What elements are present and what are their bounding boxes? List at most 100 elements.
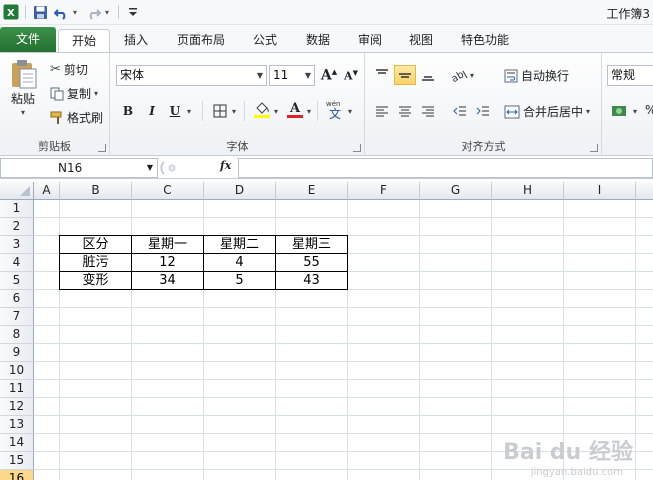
column-header-e[interactable]: E <box>276 182 348 200</box>
redo-dropdown-icon[interactable]: ▾ <box>105 8 113 17</box>
table-cell[interactable]: 43 <box>276 272 348 290</box>
column-header-d[interactable]: D <box>204 182 276 200</box>
save-icon[interactable] <box>31 3 49 21</box>
row-header-7[interactable]: 7 <box>0 308 34 326</box>
borders-dropdown-icon[interactable]: ▾ <box>232 107 236 116</box>
select-all-corner[interactable] <box>0 182 34 200</box>
accounting-format-button[interactable] <box>609 101 635 121</box>
cut-button[interactable]: ✂ 剪切 <box>50 61 88 78</box>
table-cell[interactable]: 星期三 <box>276 236 348 254</box>
align-top-icon <box>376 69 388 74</box>
font-launcher-icon[interactable] <box>353 144 361 152</box>
row-header-3[interactable]: 3 <box>0 236 34 254</box>
row-header-12[interactable]: 12 <box>0 398 34 416</box>
shrink-font-button[interactable]: A▼ <box>340 65 362 85</box>
font-color-dropdown-icon[interactable]: ▾ <box>307 107 311 116</box>
undo-dropdown-icon[interactable]: ▾ <box>73 8 81 17</box>
italic-button[interactable]: I <box>141 101 163 121</box>
orientation-button[interactable]: ab <box>449 65 471 85</box>
table-cell[interactable]: 区分 <box>60 236 132 254</box>
row-header-4[interactable]: 4 <box>0 254 34 272</box>
formula-input[interactable] <box>238 158 653 178</box>
table-cell[interactable]: 星期一 <box>132 236 204 254</box>
align-left-button[interactable] <box>371 101 393 121</box>
undo-icon[interactable] <box>52 3 70 21</box>
orientation-dropdown-icon[interactable]: ▾ <box>470 71 474 80</box>
row-header-6[interactable]: 6 <box>0 290 34 308</box>
row-header-2[interactable]: 2 <box>0 218 34 236</box>
row-header-13[interactable]: 13 <box>0 416 34 434</box>
row-header-5[interactable]: 5 <box>0 272 34 290</box>
format-painter-button[interactable]: 格式刷 <box>50 109 103 126</box>
tab-view[interactable]: 视图 <box>399 29 443 53</box>
align-middle-button[interactable] <box>394 65 416 85</box>
alignment-launcher-icon[interactable] <box>590 144 598 152</box>
font-color-button[interactable]: A <box>284 99 306 119</box>
underline-dropdown-icon[interactable]: ▾ <box>187 107 191 116</box>
table-cell[interactable]: 4 <box>204 254 276 272</box>
tab-data[interactable]: 数据 <box>296 29 340 53</box>
row-header-1[interactable]: 1 <box>0 200 34 218</box>
name-box[interactable]: N16 ▼ <box>0 158 158 178</box>
row-header-11[interactable]: 11 <box>0 380 34 398</box>
column-header-i[interactable]: I <box>564 182 636 200</box>
paste-button[interactable]: 粘贴 ▾ <box>8 59 38 117</box>
bold-button[interactable]: B <box>117 101 139 121</box>
column-header-h[interactable]: H <box>492 182 564 200</box>
excel-logo-icon[interactable]: X <box>2 3 20 21</box>
fill-color-dropdown-icon[interactable]: ▾ <box>274 107 278 116</box>
table-cell[interactable]: 55 <box>276 254 348 272</box>
row-header-14[interactable]: 14 <box>0 434 34 452</box>
tab-insert[interactable]: 插入 <box>113 29 159 53</box>
table-cell[interactable]: 脏污 <box>60 254 132 272</box>
column-header-g[interactable]: G <box>420 182 492 200</box>
insert-function-button[interactable]: fx <box>220 159 231 172</box>
table-cell[interactable]: 34 <box>132 272 204 290</box>
borders-button[interactable] <box>209 101 231 121</box>
merge-center-button[interactable]: 合并后居中 ▾ <box>504 103 590 120</box>
increase-indent-button[interactable] <box>472 101 494 121</box>
column-header-f[interactable]: F <box>348 182 420 200</box>
row-header-8[interactable]: 8 <box>0 326 34 344</box>
align-center-button[interactable] <box>394 101 416 121</box>
row-header-9[interactable]: 9 <box>0 344 34 362</box>
grow-font-button[interactable]: A▲ <box>318 65 340 85</box>
column-header-c[interactable]: C <box>132 182 204 200</box>
row-header-16[interactable]: 16 <box>0 470 34 480</box>
alignment-group-label: 对齐方式 <box>461 140 506 153</box>
copy-button[interactable]: 复制 ▾ <box>50 85 98 102</box>
tab-formulas[interactable]: 公式 <box>243 29 287 53</box>
redo-icon[interactable] <box>84 3 102 21</box>
number-format-select[interactable]: 常规 <box>607 65 653 86</box>
phonetic-dropdown-icon[interactable]: ▾ <box>348 107 352 116</box>
customize-qat-icon[interactable] <box>124 3 142 21</box>
row-header-10[interactable]: 10 <box>0 362 34 380</box>
tab-home[interactable]: 开始 <box>58 29 110 53</box>
font-size-select[interactable]: 11 ▼ <box>269 65 315 86</box>
align-right-button[interactable] <box>417 101 439 121</box>
table-cell[interactable]: 12 <box>132 254 204 272</box>
tab-file[interactable]: 文件 <box>0 27 56 53</box>
tab-review[interactable]: 审阅 <box>348 29 392 53</box>
tab-page-layout[interactable]: 页面布局 <box>166 29 236 53</box>
align-bottom-button[interactable] <box>417 65 439 85</box>
font-name-select[interactable]: 宋体 ▼ <box>116 65 267 86</box>
table-cell[interactable]: 变形 <box>60 272 132 290</box>
wrap-text-button[interactable]: 自动换行 <box>504 67 569 84</box>
clipboard-launcher-icon[interactable] <box>98 144 106 152</box>
phonetic-button[interactable]: wén 文 <box>325 99 347 120</box>
percent-icon[interactable]: % <box>645 103 653 117</box>
table-cell[interactable]: 5 <box>204 272 276 290</box>
column-header-a[interactable]: A <box>34 182 60 200</box>
align-top-button[interactable] <box>371 65 393 85</box>
fill-color-button[interactable] <box>251 99 273 119</box>
accounting-dropdown-icon[interactable]: ▾ <box>633 107 637 116</box>
formula-splitter-icon[interactable] <box>160 158 220 178</box>
table-cell[interactable]: 星期二 <box>204 236 276 254</box>
decrease-indent-button[interactable] <box>449 101 471 121</box>
column-header-b[interactable]: B <box>60 182 132 200</box>
row-header-15[interactable]: 15 <box>0 452 34 470</box>
clipboard-group-label: 剪贴板 <box>38 140 71 153</box>
underline-button[interactable]: U <box>164 101 186 121</box>
tab-special-features[interactable]: 特色功能 <box>452 29 518 53</box>
